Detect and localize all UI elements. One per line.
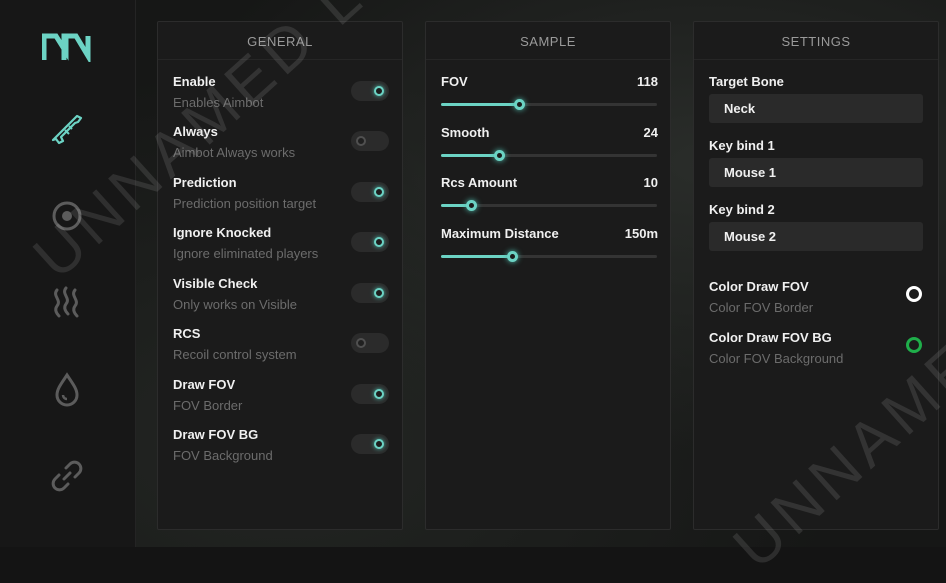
sample-title: SAMPLE — [520, 34, 576, 49]
toggle-enable[interactable] — [351, 81, 389, 101]
slider-thumb[interactable] — [507, 251, 519, 262]
option-ignore-knocked-desc: Ignore eliminated players — [173, 246, 319, 261]
slider-max-distance[interactable] — [441, 251, 657, 262]
general-title: GENERAL — [247, 34, 313, 49]
toggle-draw-fov[interactable] — [351, 384, 389, 404]
eye-icon — [52, 201, 82, 231]
slider-smooth[interactable] — [441, 150, 657, 161]
toggle-knob — [374, 288, 384, 298]
sample-panel: SAMPLE FOV 118 Smooth 24 Rcs Amount 10 M… — [425, 21, 671, 530]
slider-thumb[interactable] — [494, 150, 506, 161]
toggle-knob — [374, 439, 384, 449]
keybind2-button[interactable]: Mouse 2 — [709, 222, 923, 251]
sidebar-item-config[interactable] — [47, 456, 87, 496]
color-draw-fov-bg-desc: Color FOV Background — [709, 351, 844, 366]
slider-fov-value: 118 — [637, 74, 658, 89]
keybind1-value: Mouse 1 — [724, 165, 777, 180]
drop-icon — [55, 372, 79, 407]
toggle-knob — [374, 86, 384, 96]
option-rcs-title: RCS — [173, 326, 201, 341]
slider-rcs-amount-label: Rcs Amount — [441, 175, 518, 190]
toggle-knob — [374, 237, 384, 247]
color-draw-fov-bg-title: Color Draw FOV BG — [709, 330, 832, 345]
option-rcs-desc: Recoil control system — [173, 347, 297, 362]
option-always-title: Always — [173, 124, 218, 139]
heat-waves-icon — [54, 286, 79, 318]
sidebar-item-visuals[interactable] — [47, 196, 87, 236]
slider-smooth-label: Smooth — [441, 125, 490, 140]
sidebar-item-colors[interactable] — [47, 370, 87, 410]
toggle-prediction[interactable] — [351, 182, 389, 202]
toggle-knob — [374, 187, 384, 197]
rifle-icon — [51, 114, 83, 145]
app-logo — [42, 33, 91, 62]
toggle-knob — [356, 338, 366, 348]
target-bone-label: Target Bone — [709, 74, 784, 89]
target-bone-select[interactable]: Neck — [709, 94, 923, 123]
slider-max-distance-value: 150m — [624, 226, 658, 241]
slider-fov-label: FOV — [441, 74, 468, 89]
toggle-knob — [356, 136, 366, 146]
option-visible-check-desc: Only works on Visible — [173, 297, 298, 312]
sidebar — [0, 0, 136, 547]
slider-max-distance-label: Maximum Distance — [441, 226, 559, 241]
settings-panel: SETTINGS Target Bone Neck Key bind 1 Mou… — [693, 21, 939, 530]
option-draw-fov-desc: FOV Border — [173, 398, 243, 413]
keybind1-button[interactable]: Mouse 1 — [709, 158, 923, 187]
slider-thumb[interactable] — [513, 99, 525, 110]
general-panel: GENERAL Enable Enables Aimbot Always Aim… — [157, 21, 403, 530]
settings-title: SETTINGS — [781, 34, 851, 49]
color-draw-fov-bg-swatch[interactable] — [906, 337, 922, 353]
slider-rcs-amount-value: 10 — [643, 175, 658, 190]
slider-fov[interactable] — [441, 99, 657, 110]
toggle-knob — [374, 389, 384, 399]
color-draw-fov-swatch[interactable] — [906, 286, 922, 302]
keybind2-value: Mouse 2 — [724, 229, 777, 244]
option-always-desc: Aimbot Always works — [173, 145, 296, 160]
option-draw-fov-title: Draw FOV — [173, 377, 236, 392]
sidebar-item-misc[interactable] — [47, 282, 87, 322]
option-prediction-desc: Prediction position target — [173, 196, 317, 211]
option-enable-desc: Enables Aimbot — [173, 95, 264, 110]
toggle-rcs[interactable] — [351, 333, 389, 353]
option-enable-title: Enable — [173, 74, 216, 89]
slider-smooth-value: 24 — [643, 125, 658, 140]
divider — [158, 59, 402, 60]
slider-fill — [441, 154, 500, 157]
slider-fill — [441, 255, 513, 258]
toggle-always[interactable] — [351, 131, 389, 151]
target-bone-value: Neck — [724, 101, 756, 116]
option-ignore-knocked-title: Ignore Knocked — [173, 225, 272, 240]
option-draw-fov-bg-desc: FOV Background — [173, 448, 273, 463]
divider — [694, 59, 938, 60]
keybind2-label: Key bind 2 — [709, 202, 775, 217]
option-draw-fov-bg-title: Draw FOV BG — [173, 427, 259, 442]
link-icon — [51, 460, 83, 492]
sidebar-item-aimbot[interactable] — [47, 108, 87, 148]
slider-rcs-amount[interactable] — [441, 200, 657, 211]
slider-thumb[interactable] — [466, 200, 478, 211]
toggle-visible-check[interactable] — [351, 283, 389, 303]
keybind1-label: Key bind 1 — [709, 138, 775, 153]
toggle-ignore-knocked[interactable] — [351, 232, 389, 252]
toggle-draw-fov-bg[interactable] — [351, 434, 389, 454]
slider-fill — [441, 103, 519, 106]
divider — [426, 59, 670, 60]
color-draw-fov-title: Color Draw FOV — [709, 279, 809, 294]
color-draw-fov-desc: Color FOV Border — [709, 300, 814, 315]
option-visible-check-title: Visible Check — [173, 276, 258, 291]
option-prediction-title: Prediction — [173, 175, 237, 190]
